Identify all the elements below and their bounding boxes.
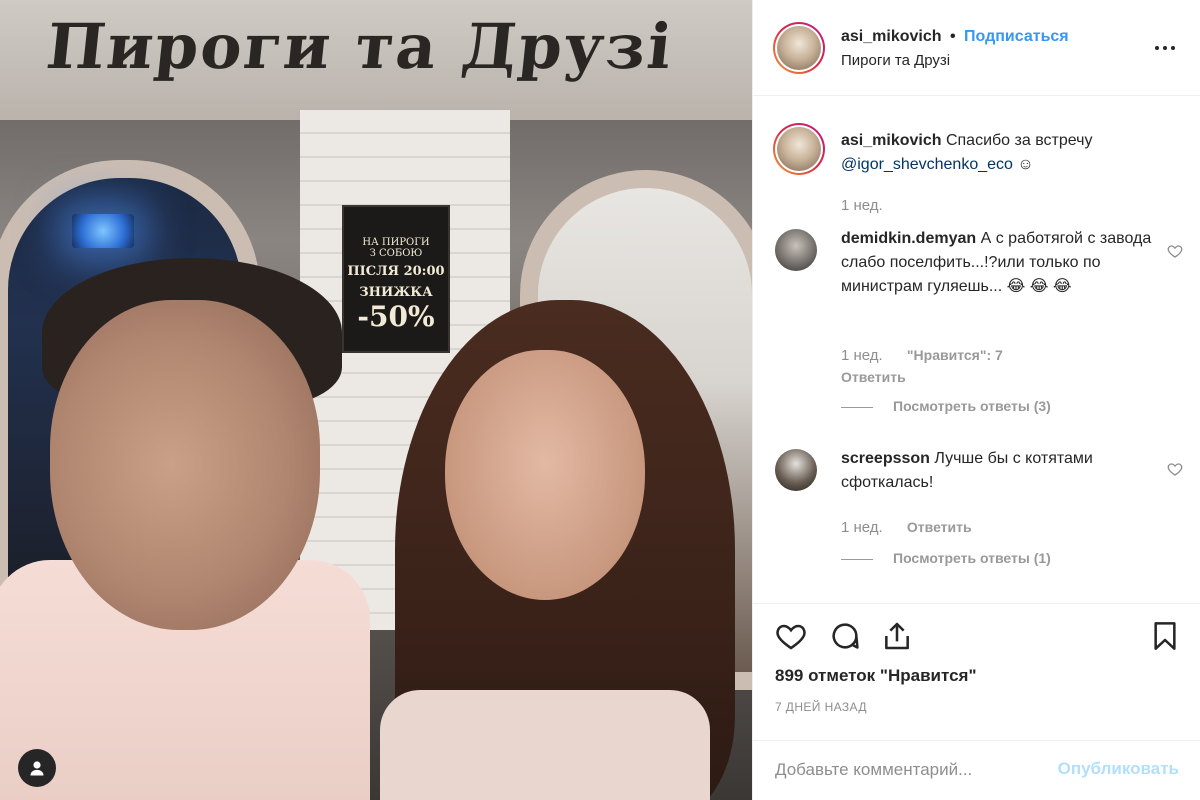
caption-text: asi_mikovich Спасибо за встречу @igor_sh… [841, 129, 1155, 177]
comment-reply-row: Ответить [841, 369, 906, 386]
comment-meta: 1 нед. Ответить [841, 519, 972, 536]
restaurant-sign: Пироги та Друзі [43, 10, 677, 83]
comments-list[interactable]: asi_mikovich Спасибо за встречу @igor_sh… [753, 97, 1200, 603]
post-actions: 899 отметок "Нравится" 7 ДНЕЙ НАЗАД [753, 603, 1200, 740]
view-replies-button[interactable]: Посмотреть ответы (1) [841, 550, 1051, 566]
location-link[interactable]: Пироги та Друзі [841, 52, 950, 69]
reply-button[interactable]: Ответить [907, 519, 972, 535]
header-user-line: asi_mikovich • Подписаться [841, 28, 1069, 46]
caption-mention[interactable]: @igor_shevchenko_eco [841, 156, 1013, 173]
poster-line-4: ЗНИЖКА [359, 285, 433, 300]
comment-text: screepsson Лучше бы с котятами сфоткалас… [841, 447, 1155, 495]
poster-line-3: ПІСЛЯ 20:00 [347, 264, 445, 279]
comment-likes[interactable]: "Нравится": 7 [907, 347, 1003, 363]
ellipsis-icon[interactable] [1155, 38, 1181, 58]
view-replies-label: Посмотреть ответы (3) [893, 398, 1051, 414]
commenter-avatar[interactable] [775, 449, 817, 491]
commenter-username[interactable]: demidkin.demyan [841, 230, 976, 247]
reply-button[interactable]: Ответить [841, 369, 906, 385]
comment-input[interactable] [775, 755, 1045, 785]
caption-age[interactable]: 1 нед. [841, 197, 883, 214]
poster-line-5: -50% [357, 300, 435, 333]
comment-meta: 1 нед. "Нравится": 7 [841, 347, 1003, 364]
woman-top [380, 690, 710, 800]
heart-icon[interactable] [1167, 243, 1183, 259]
bookmark-icon[interactable] [1149, 620, 1181, 652]
likes-count[interactable]: 899 отметок "Нравится" [775, 666, 977, 686]
user-tags-button[interactable] [18, 749, 56, 787]
separator-dot: • [949, 28, 956, 45]
comment-age[interactable]: 1 нед. [841, 347, 883, 364]
commenter-username[interactable]: screepsson [841, 450, 930, 467]
post-photo[interactable]: Пироги та Друзі НА ПИРОГИ З СОБОЮ ПІСЛЯ … [0, 0, 752, 800]
post-details-panel: asi_mikovich • Подписаться Пироги та Дру… [752, 0, 1200, 800]
poster-line-1: НА ПИРОГИ [362, 237, 430, 248]
publish-button[interactable]: Опубликовать [1058, 759, 1179, 779]
comment-icon[interactable] [829, 620, 861, 652]
poster-line-2: З СОБОЮ [369, 248, 423, 259]
comment-age[interactable]: 1 нед. [841, 519, 883, 536]
discount-poster: НА ПИРОГИ З СОБОЮ ПІСЛЯ 20:00 ЗНИЖКА -50… [342, 205, 450, 353]
person-icon [30, 761, 44, 776]
blue-lamp [72, 214, 134, 248]
follow-button[interactable]: Подписаться [964, 28, 1069, 45]
heart-icon[interactable] [1167, 461, 1183, 477]
view-replies-button[interactable]: Посмотреть ответы (3) [841, 398, 1051, 414]
comment-text: demidkin.demyan А с работягой с завода с… [841, 227, 1155, 299]
post-timestamp[interactable]: 7 ДНЕЙ НАЗАД [775, 700, 867, 714]
woman-face [445, 350, 645, 600]
view-replies-label: Посмотреть ответы (1) [893, 550, 1051, 566]
caption-username[interactable]: asi_mikovich [841, 132, 942, 149]
caption-body: Спасибо за встречу [945, 132, 1093, 149]
author-username[interactable]: asi_mikovich [841, 28, 942, 45]
post-header: asi_mikovich • Подписаться Пироги та Дру… [753, 0, 1200, 96]
author-avatar[interactable] [773, 22, 825, 74]
share-icon[interactable] [881, 620, 913, 652]
caption-emoji: ☺ [1017, 156, 1034, 173]
man-face [50, 300, 320, 630]
comment-form: Опубликовать [753, 740, 1200, 800]
heart-icon[interactable] [775, 620, 807, 652]
caption-avatar[interactable] [773, 123, 825, 175]
commenter-avatar[interactable] [775, 229, 817, 271]
